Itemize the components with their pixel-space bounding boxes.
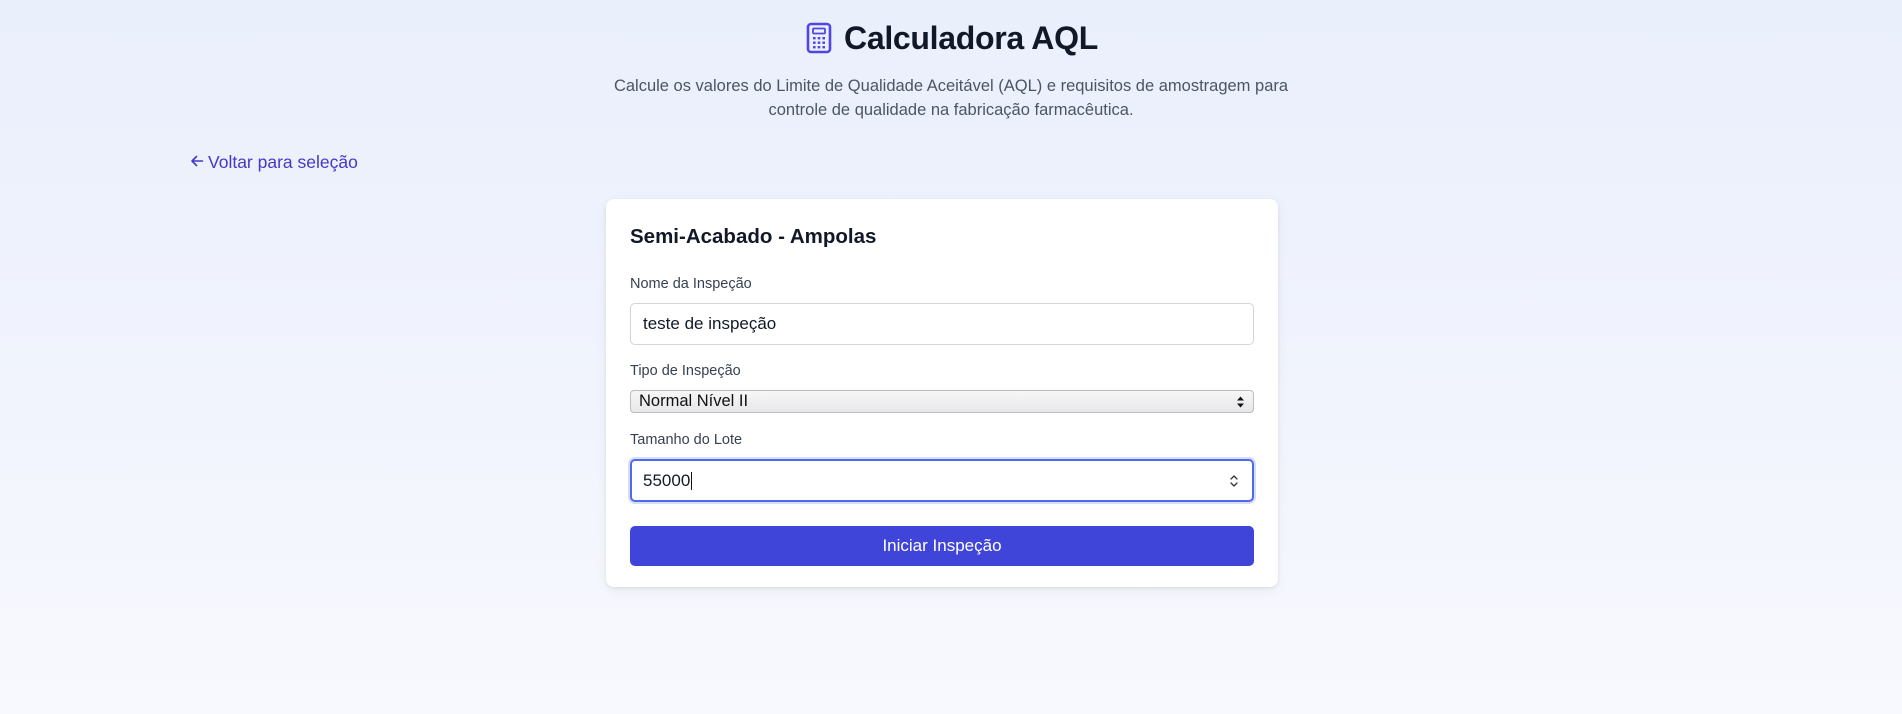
inspection-type-label: Tipo de Inspeção — [630, 363, 741, 379]
inspection-name-input[interactable]: teste de inspeção — [630, 303, 1254, 345]
inspection-name-label: Nome da Inspeção — [630, 276, 752, 292]
inspection-type-selected: Normal Nível II — [639, 392, 749, 410]
lot-size-value-wrap: 55000 — [643, 470, 693, 491]
form-title: Semi-Acabado - Ampolas — [630, 225, 877, 248]
inspection-form-card: Semi-Acabado - Ampolas Nome da Inspeção … — [606, 199, 1278, 587]
arrow-left-icon — [190, 153, 204, 173]
lot-size-input[interactable]: 55000 — [630, 459, 1254, 502]
calculator-icon — [804, 21, 834, 55]
title-row: Calculadora AQL — [0, 18, 1902, 58]
lot-size-value: 55000 — [643, 470, 691, 490]
back-link-label: Voltar para seleção — [208, 152, 358, 172]
text-caret — [691, 472, 693, 491]
page-header: Calculadora AQL Calcule os valores do Li… — [0, 18, 1902, 122]
lot-size-label: Tamanho do Lote — [630, 432, 743, 448]
page-subtitle: Calcule os valores do Limite de Qualidad… — [613, 77, 1289, 119]
inspection-name-value: teste de inspeção — [643, 314, 777, 333]
inspection-type-select[interactable]: Normal Nível II — [630, 390, 1254, 413]
select-arrows-icon — [1236, 395, 1245, 409]
back-link[interactable]: Voltar para seleção — [190, 152, 358, 173]
start-inspection-button[interactable]: Iniciar Inspeção — [630, 526, 1254, 566]
page-title: Calculadora AQL — [844, 19, 1098, 56]
stepper-icon[interactable] — [1227, 471, 1241, 491]
